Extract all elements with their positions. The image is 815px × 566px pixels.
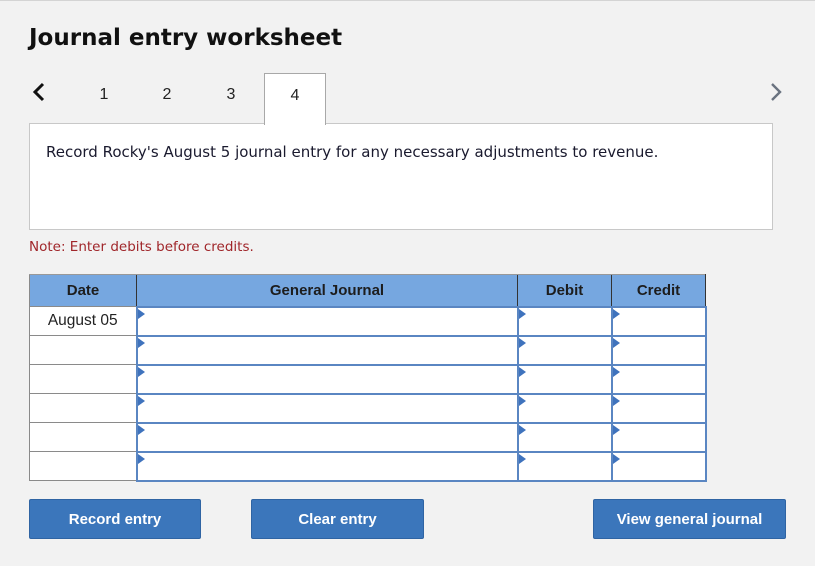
- table-header-row: Date General Journal Debit Credit: [29, 274, 706, 307]
- credit-input[interactable]: [612, 423, 705, 451]
- credit-cell: [610, 421, 707, 453]
- debit-input[interactable]: [518, 365, 611, 393]
- debit-cell: [516, 392, 613, 424]
- dropdown-marker-icon: [612, 395, 620, 406]
- debit-input[interactable]: [518, 452, 611, 480]
- account-cell: [135, 363, 519, 395]
- dropdown-marker-icon: [612, 308, 620, 319]
- tab-label: 3: [226, 85, 236, 103]
- debit-input[interactable]: [518, 394, 611, 422]
- date-cell: [29, 451, 137, 481]
- dropdown-marker-icon: [518, 308, 526, 319]
- date-cell: [29, 422, 137, 452]
- account-input[interactable]: [137, 365, 517, 393]
- dropdown-marker-icon: [137, 366, 145, 377]
- tab-3[interactable]: 3: [200, 73, 262, 124]
- account-input[interactable]: [137, 452, 517, 480]
- dropdown-marker-icon: [518, 366, 526, 377]
- column-header-credit: Credit: [611, 274, 706, 307]
- dropdown-marker-icon: [612, 366, 620, 377]
- table-row: August 05: [29, 305, 707, 337]
- account-cell: [135, 392, 519, 424]
- dropdown-marker-icon: [612, 453, 620, 464]
- tab-label: 1: [99, 85, 109, 103]
- chevron-left-icon: [32, 82, 45, 102]
- account-input[interactable]: [137, 394, 517, 422]
- credit-cell: [610, 450, 707, 482]
- date-cell: [29, 335, 137, 365]
- dropdown-marker-icon: [612, 424, 620, 435]
- credit-cell: [610, 392, 707, 424]
- table-row: [29, 363, 707, 395]
- next-button[interactable]: [766, 79, 786, 105]
- credit-cell: [610, 363, 707, 395]
- tab-4[interactable]: 4: [264, 73, 326, 125]
- account-cell: [135, 421, 519, 453]
- column-header-general-journal: General Journal: [136, 274, 518, 307]
- account-input[interactable]: [137, 336, 517, 364]
- account-cell: [135, 305, 519, 337]
- dropdown-marker-icon: [137, 337, 145, 348]
- debit-input[interactable]: [518, 307, 611, 335]
- chevron-right-icon: [771, 83, 782, 101]
- debit-cell: [516, 450, 613, 482]
- credit-input[interactable]: [612, 307, 705, 335]
- account-input[interactable]: [137, 307, 517, 335]
- view-general-journal-button[interactable]: View general journal: [593, 499, 786, 539]
- tab-1[interactable]: 1: [73, 73, 135, 124]
- dropdown-marker-icon: [518, 337, 526, 348]
- debit-input[interactable]: [518, 336, 611, 364]
- account-input[interactable]: [137, 423, 517, 451]
- instruction-note: Note: Enter debits before credits.: [29, 239, 254, 255]
- credit-input[interactable]: [612, 394, 705, 422]
- clear-entry-button[interactable]: Clear entry: [251, 499, 424, 539]
- table-row: [29, 334, 707, 366]
- date-cell: August 05: [29, 306, 137, 336]
- debit-cell: [516, 421, 613, 453]
- credit-cell: [610, 305, 707, 337]
- credit-cell: [610, 334, 707, 366]
- column-header-date: Date: [29, 274, 137, 307]
- date-cell: [29, 393, 137, 423]
- table-row: [29, 421, 707, 453]
- table-row: [29, 450, 707, 482]
- debit-input[interactable]: [518, 423, 611, 451]
- page-title: Journal entry worksheet: [29, 25, 343, 51]
- tab-label: 2: [162, 85, 172, 103]
- tab-label: 4: [290, 86, 300, 104]
- credit-input[interactable]: [612, 452, 705, 480]
- journal-table: Date General Journal Debit Credit August…: [29, 274, 707, 482]
- credit-input[interactable]: [612, 336, 705, 364]
- account-cell: [135, 450, 519, 482]
- dropdown-marker-icon: [612, 337, 620, 348]
- dropdown-marker-icon: [518, 395, 526, 406]
- dropdown-marker-icon: [137, 424, 145, 435]
- question-prompt: Record Rocky's August 5 journal entry fo…: [29, 123, 773, 230]
- credit-input[interactable]: [612, 365, 705, 393]
- dropdown-marker-icon: [518, 424, 526, 435]
- tab-2[interactable]: 2: [136, 73, 198, 124]
- column-header-debit: Debit: [517, 274, 612, 307]
- record-entry-button[interactable]: Record entry: [29, 499, 201, 539]
- debit-cell: [516, 363, 613, 395]
- previous-button[interactable]: [30, 79, 50, 105]
- dropdown-marker-icon: [137, 453, 145, 464]
- date-cell: [29, 364, 137, 394]
- dropdown-marker-icon: [518, 453, 526, 464]
- table-row: [29, 392, 707, 424]
- debit-cell: [516, 305, 613, 337]
- debit-cell: [516, 334, 613, 366]
- dropdown-marker-icon: [137, 395, 145, 406]
- account-cell: [135, 334, 519, 366]
- dropdown-marker-icon: [137, 308, 145, 319]
